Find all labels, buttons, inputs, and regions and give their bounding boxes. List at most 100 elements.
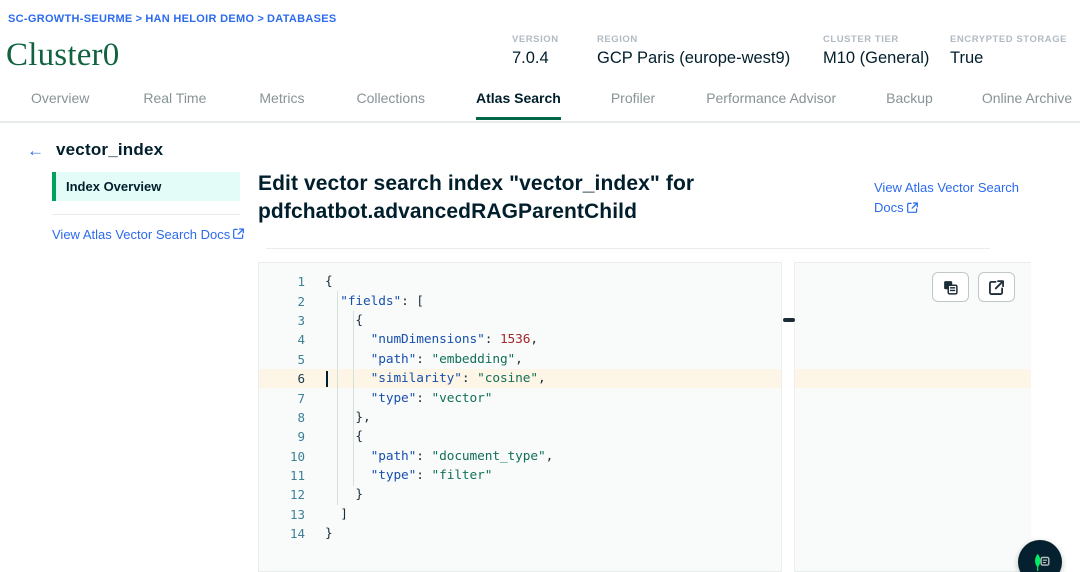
line-number: 13 (289, 506, 305, 522)
tab-atlas-search[interactable]: Atlas Search (476, 90, 561, 120)
breadcrumb-item-org[interactable]: SC-GROWTH-SEURME (8, 13, 133, 25)
sidebar-docs-link[interactable]: View Atlas Vector Search Docs (52, 227, 245, 242)
line-number: 11 (289, 468, 305, 484)
code-line[interactable]: 10 "path": "document_type", (259, 447, 1031, 466)
code-line[interactable]: 12 } (259, 485, 1031, 504)
code-line[interactable]: 9 { (259, 427, 1031, 446)
line-number: 9 (297, 429, 305, 445)
breadcrumb-separator: > (257, 13, 265, 25)
code-text: "path": "document_type", (370, 448, 554, 464)
meta-encrypted-storage: ENCRYPTED STORAGE True (950, 34, 1070, 68)
main-docs-link-label: View Atlas Vector Search Docs (874, 180, 1020, 215)
main-docs-link[interactable]: View Atlas Vector Search Docs (874, 178, 1034, 218)
meta-cluster-tier-label: CLUSTER TIER (823, 34, 899, 45)
sidebar-header: ← vector_index (27, 140, 250, 160)
code-line[interactable]: 5 "path": "embedding", (259, 350, 1031, 369)
code-line[interactable]: 7 "type": "vector" (259, 388, 1031, 407)
line-number: 5 (297, 351, 305, 367)
code-line[interactable]: 11 "type": "filter" (259, 466, 1031, 485)
indent-guide (337, 291, 338, 505)
line-number: 10 (289, 448, 305, 464)
sidebar-docs-link-label: View Atlas Vector Search Docs (52, 227, 231, 242)
page-title: Edit vector search index "vector_index" … (258, 172, 695, 223)
code-lines: 1{2 "fields": [3 {4 "numDimensions": 153… (259, 263, 1031, 543)
meta-encrypted-storage-label: ENCRYPTED STORAGE (950, 34, 1068, 45)
code-text: } (325, 526, 333, 542)
tab-real-time[interactable]: Real Time (143, 90, 206, 118)
tab-online-archive[interactable]: Online Archive (982, 90, 1072, 118)
code-text: { (355, 312, 364, 328)
code-line[interactable]: 13 ] (259, 505, 1031, 524)
tab-metrics[interactable]: Metrics (259, 90, 304, 118)
index-definition-editor[interactable]: 1{2 "fields": [3 {4 "numDimensions": 153… (258, 262, 1031, 572)
code-line[interactable]: 6 "similarity": "cosine", (259, 368, 1031, 389)
code-text: { (355, 429, 364, 445)
code-text: "fields": [ (340, 293, 424, 309)
text-cursor (326, 370, 328, 387)
sidebar-item-label: Index Overview (66, 179, 162, 194)
external-link-icon (233, 228, 245, 239)
code-line[interactable]: 3 { (259, 311, 1031, 330)
code-line[interactable]: 8 }, (259, 408, 1031, 427)
code-text: } (355, 487, 364, 503)
editor-scrollbar[interactable] (781, 262, 795, 572)
code-text: "type": "vector" (370, 390, 493, 406)
tab-collections[interactable]: Collections (357, 90, 425, 118)
editor-toolbar (932, 272, 1015, 302)
code-text: "type": "filter" (370, 468, 493, 484)
code-text: { (325, 274, 333, 290)
line-number: 2 (297, 293, 305, 309)
arrow-left-icon[interactable]: ← (27, 142, 44, 159)
code-text: }, (355, 409, 371, 425)
line-number: 3 (297, 312, 305, 328)
tab-profiler[interactable]: Profiler (611, 90, 655, 118)
meta-cluster-tier: CLUSTER TIER M10 (General) (823, 34, 950, 68)
code-line[interactable]: 14} (259, 524, 1031, 543)
code-line[interactable]: 4 "numDimensions": 1536, (259, 330, 1031, 349)
code-text: ] (340, 506, 348, 522)
main-header: Edit vector search index "vector_index" … (250, 126, 1080, 249)
meta-encrypted-storage-value: True (950, 49, 984, 67)
sidebar-item-index-overview[interactable]: Index Overview (52, 172, 240, 201)
sidebar-divider (52, 214, 240, 215)
line-number: 14 (289, 526, 305, 542)
meta-region-value: GCP Paris (europe-west9) (597, 49, 791, 67)
code-line[interactable]: 2 "fields": [ (259, 291, 1031, 310)
meta-version-value: 7.0.4 (512, 49, 549, 67)
code-text: "similarity": "cosine", (370, 371, 546, 387)
breadcrumb-item-databases[interactable]: DATABASES (267, 13, 337, 25)
tab-backup[interactable]: Backup (886, 90, 933, 118)
assistant-fab-button[interactable] (1018, 540, 1062, 572)
breadcrumb-separator: > (135, 13, 143, 25)
copy-button[interactable] (932, 272, 969, 302)
copy-icon (943, 280, 958, 295)
line-number: 1 (297, 274, 305, 290)
meta-version-label: VERSION (512, 34, 559, 45)
meta-region-label: REGION (597, 34, 638, 45)
code-text: "numDimensions": 1536, (370, 332, 538, 348)
cluster-tab-bar: Overview Real Time Metrics Collections A… (0, 90, 1080, 123)
atlas-search-index-page: SC-GROWTH-SEURME > HAN HELOIR DEMO > DATABAS… (0, 0, 1080, 572)
cluster-metadata: VERSION 7.0.4 REGION GCP Paris (europe-w… (512, 34, 1070, 68)
cluster-name: Cluster0 (6, 37, 120, 73)
open-in-new-button[interactable] (978, 272, 1015, 302)
header-divider (266, 248, 990, 249)
meta-cluster-tier-value: M10 (General) (823, 49, 930, 67)
tab-overview[interactable]: Overview (31, 90, 89, 118)
line-number: 7 (297, 390, 305, 406)
tab-performance-advisor[interactable]: Performance Advisor (706, 90, 836, 118)
indent-guide (353, 311, 354, 486)
breadcrumb: SC-GROWTH-SEURME > HAN HELOIR DEMO > DATABAS… (8, 13, 337, 25)
line-number: 12 (289, 487, 305, 503)
code-line[interactable]: 1{ (259, 272, 1031, 291)
line-number: 8 (297, 409, 305, 425)
index-sidebar: ← vector_index Index Overview View Atlas… (0, 126, 250, 572)
line-number: 6 (297, 371, 305, 387)
external-link-icon (906, 202, 918, 213)
open-in-new-icon (989, 279, 1004, 295)
code-text: "path": "embedding", (370, 351, 523, 367)
meta-region: REGION GCP Paris (europe-west9) (597, 34, 823, 68)
breadcrumb-item-project[interactable]: HAN HELOIR DEMO (145, 13, 254, 25)
meta-version: VERSION 7.0.4 (512, 34, 597, 68)
editor-scrollbar-thumb[interactable] (783, 318, 795, 322)
